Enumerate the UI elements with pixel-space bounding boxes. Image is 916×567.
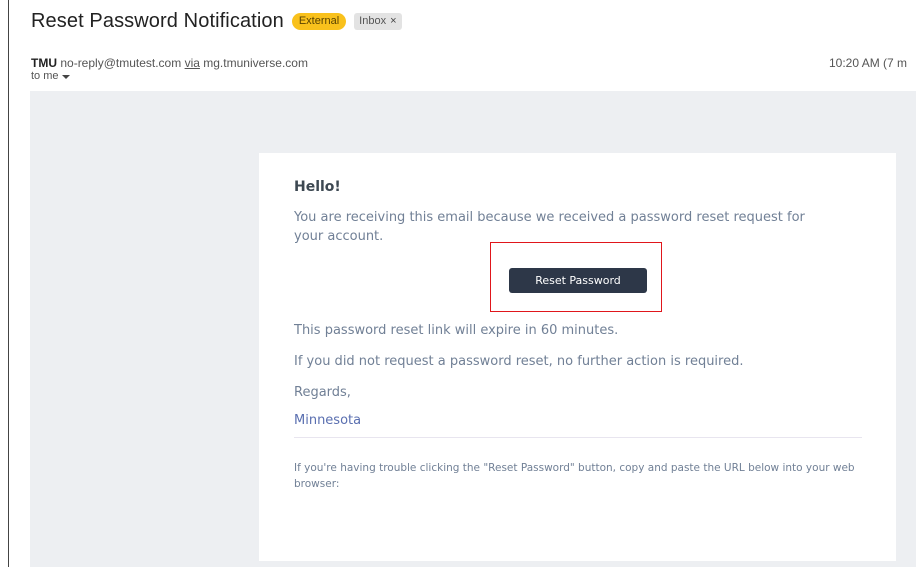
inbox-label-text: Inbox [359,15,387,27]
divider [294,437,862,438]
button-highlight-box: Reset Password [490,242,662,312]
regards-text: Regards, [294,385,351,400]
sender-name[interactable]: TMU [31,56,57,70]
subject-row: Reset Password Notification External Inb… [31,10,402,33]
signature: Minnesota [294,413,362,428]
reset-password-button[interactable]: Reset Password [509,268,647,293]
recipient-label: to me [31,70,59,82]
external-badge: External [291,13,347,30]
email-card: Hello! You are receiving this email beca… [259,153,896,561]
sender-email: no-reply@tmutest.com [60,56,182,70]
greeting: Hello! [294,179,341,195]
intro-text: You are receiving this email because we … [294,210,805,244]
sender-row: TMU no-reply@tmutest.com via mg.tmuniver… [31,56,308,70]
no-action-text: If you did not request a password reset,… [294,354,744,369]
expiry-text: This password reset link will expire in … [294,323,619,338]
email-timestamp: 10:20 AM (7 m [829,56,908,70]
trouble-text: If you're having trouble clicking the "R… [294,462,855,490]
via-link[interactable]: via [185,56,200,70]
remove-label-icon[interactable]: × [390,14,396,29]
inbox-label-chip[interactable]: Inbox × [354,13,402,30]
via-domain: mg.tmuniverse.com [203,56,308,70]
recipient-dropdown[interactable]: to me [31,70,70,82]
email-subject: Reset Password Notification [31,10,284,32]
chevron-down-icon[interactable] [61,74,70,79]
